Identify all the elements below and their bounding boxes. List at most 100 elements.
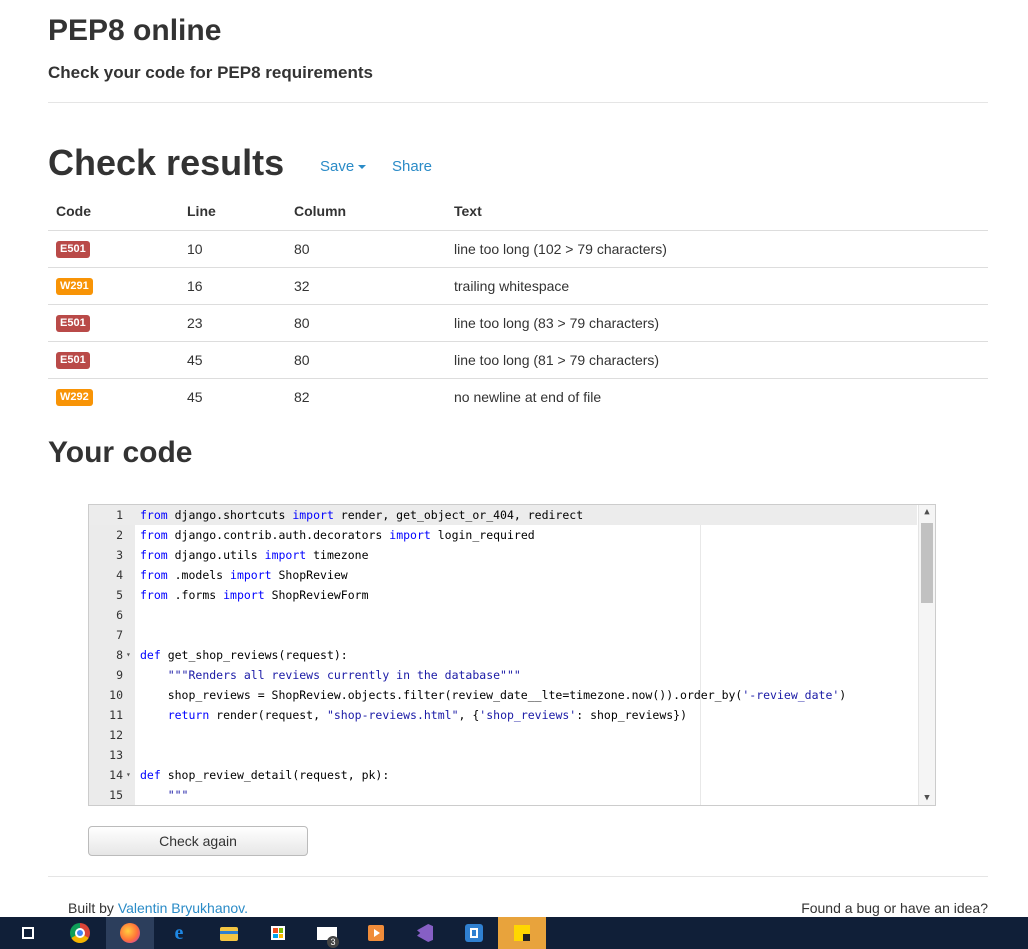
warning-badge: W292 [56, 389, 93, 407]
table-row: W291 16 32 trailing whitespace [48, 267, 988, 305]
code-line[interactable]: 14 ▾ def shop_review_detail(request, pk): [89, 765, 917, 785]
line-number: 6 [116, 608, 123, 622]
taskbar-store-button[interactable] [254, 917, 302, 949]
line-number: 10 [109, 688, 123, 702]
scrollbar-thumb[interactable] [921, 523, 933, 603]
line-number: 4 [116, 568, 123, 582]
chrome-icon [70, 923, 90, 943]
code-text: from .forms import ShopReviewForm [140, 588, 369, 602]
results-table: Code Line Column Text E501 10 80 line to… [48, 192, 988, 415]
column-cell: 80 [286, 304, 446, 342]
line-number: 7 [116, 628, 123, 642]
fold-toggle-icon[interactable]: ▾ [126, 645, 131, 665]
taskbar-edge-button[interactable]: e [155, 917, 203, 949]
line-cell: 45 [187, 388, 203, 405]
taskbar-task-view-button[interactable] [6, 917, 54, 949]
code-line[interactable]: 11 return render(request, "shop-reviews.… [89, 705, 917, 725]
fold-toggle-icon[interactable]: ▾ [126, 765, 131, 785]
task-view-icon [20, 923, 40, 943]
taskbar-sticky-notes-button[interactable] [498, 917, 546, 949]
code-line[interactable]: 1 from django.shortcuts import render, ge… [89, 505, 917, 525]
code-line[interactable]: 9 """Renders all reviews currently in th… [89, 665, 917, 685]
code-text: """Renders all reviews currently in the … [167, 668, 521, 682]
header-divider [48, 102, 988, 103]
code-line[interactable]: 15 """ [89, 785, 917, 805]
line-number: 8 [116, 648, 123, 662]
media-player-icon [366, 923, 386, 943]
line-number: 1 [116, 508, 123, 522]
taskbar-visual-studio-button[interactable] [401, 917, 449, 949]
line-cell: 16 [179, 267, 286, 305]
store-icon [268, 923, 288, 943]
code-text: from django.utils import timezone [140, 548, 369, 562]
mail-badge: 3 [327, 936, 339, 948]
code-line[interactable]: 13 [89, 745, 917, 765]
site-subtitle: Check your code for PEP8 requirements [48, 63, 373, 82]
code-line[interactable]: 7 [89, 625, 917, 645]
line-number: 15 [109, 788, 123, 802]
code-text: """ [167, 788, 189, 802]
text-cell: line too long (81 > 79 characters) [446, 341, 988, 379]
code-line[interactable]: 10 shop_reviews = ShopReview.objects.fil… [89, 685, 917, 705]
mail-icon: 3 [317, 923, 339, 948]
code-line[interactable]: 5 from .forms import ShopReviewForm [89, 585, 917, 605]
footer-prefix: Built by [68, 900, 118, 916]
taskbar-sourcetree-button[interactable] [450, 917, 498, 949]
code-line[interactable]: 4 from .models import ShopReview [89, 565, 917, 585]
line-number: 13 [109, 748, 123, 762]
line-cell: 10 [179, 230, 286, 268]
line-number: 5 [116, 588, 123, 602]
text-cell: no newline at end of file [454, 388, 602, 405]
line-number: 14 [109, 768, 123, 782]
code-text: shop_reviews = ShopReview.objects.filter… [140, 688, 847, 702]
text-cell: line too long (83 > 79 characters) [446, 304, 988, 342]
column-cell: 80 [286, 341, 446, 379]
line-number: 11 [109, 708, 123, 722]
taskbar-file-explorer-button[interactable] [205, 917, 253, 949]
feedback-link[interactable]: Found a bug or have an idea? [801, 900, 988, 916]
taskbar-media-player-button[interactable] [352, 917, 400, 949]
taskbar-chrome-button[interactable] [56, 917, 104, 949]
line-number: 2 [116, 528, 123, 542]
scroll-down-icon[interactable]: ▼ [919, 793, 935, 803]
check-again-button[interactable]: Check again [88, 826, 308, 856]
windows-taskbar: e3 [0, 917, 1028, 949]
scroll-up-icon[interactable]: ▲ [919, 507, 935, 517]
site-title: PEP8 online [48, 14, 222, 47]
table-row: E501 23 80 line too long (83 > 79 charac… [48, 304, 988, 342]
column-cell: 82 [294, 388, 310, 405]
author-link[interactable]: Valentin Bryukhanov. [118, 900, 248, 916]
sourcetree-icon [464, 923, 484, 943]
share-link[interactable]: Share [392, 158, 432, 175]
code-text: from .models import ShopReview [140, 568, 348, 582]
table-row: W292 45 82 no newline at end of file [48, 378, 988, 415]
taskbar-mail-button[interactable]: 3 [303, 917, 351, 949]
results-title: Check results [48, 142, 285, 183]
warning-badge: W291 [56, 278, 93, 295]
column-header-code: Code [48, 192, 179, 231]
text-cell: trailing whitespace [446, 267, 988, 305]
line-number: 9 [116, 668, 123, 682]
code-line[interactable]: 3 from django.utils import timezone [89, 545, 917, 565]
visual-studio-icon [415, 923, 435, 943]
taskbar-firefox-button[interactable] [106, 917, 154, 949]
editor-scrollbar[interactable]: ▲ ▼ [918, 505, 935, 805]
text-cell: line too long (102 > 79 characters) [446, 230, 988, 268]
line-number: 12 [109, 728, 123, 742]
table-row: E501 45 80 line too long (81 > 79 charac… [48, 341, 988, 379]
code-line[interactable]: 6 [89, 605, 917, 625]
caret-down-icon [358, 165, 367, 170]
code-line[interactable]: 2 from django.contrib.auth.decorators imp… [89, 525, 917, 545]
code-section-title: Your code [48, 436, 193, 469]
sticky-notes-icon [512, 923, 532, 943]
table-row: E501 10 80 line too long (102 > 79 chara… [48, 230, 988, 268]
firefox-icon [120, 923, 140, 943]
code-text: from django.contrib.auth.decorators impo… [140, 528, 535, 542]
code-line[interactable]: 12 [89, 725, 917, 745]
results-header-row: Code Line Column Text [48, 192, 988, 231]
save-dropdown[interactable]: Save [320, 158, 367, 175]
column-header-text: Text [446, 192, 988, 231]
code-editor[interactable]: 1 from django.shortcuts import render, ge… [88, 504, 936, 806]
column-header-column: Column [286, 192, 446, 231]
code-line[interactable]: 8 ▾ def get_shop_reviews(request): [89, 645, 917, 665]
